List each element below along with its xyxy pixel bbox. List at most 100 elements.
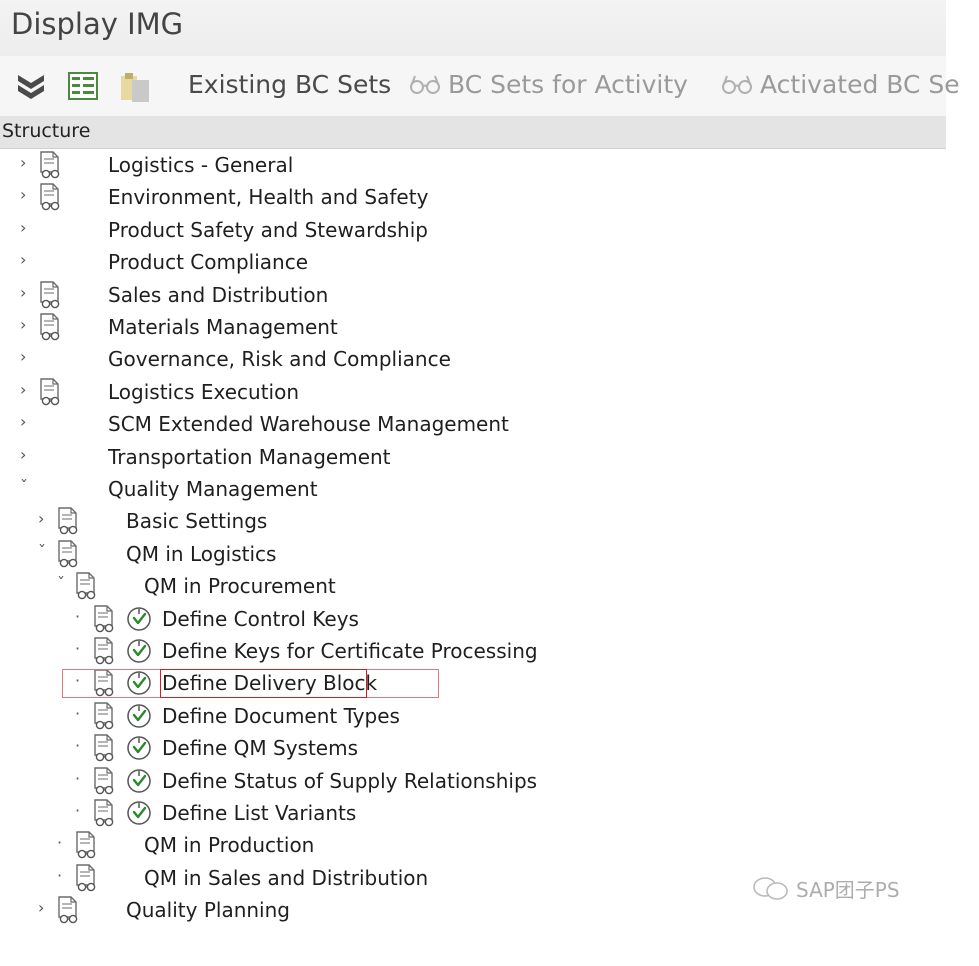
doc-icon-wrapper [92,604,118,637]
execute-activity-button[interactable] [126,735,152,765]
doc-icon-wrapper [92,702,118,734]
expand-caret-icon[interactable]: › [20,283,26,302]
tree-node-label: Define Status of Supply Relationships [162,768,538,793]
expand-caret-icon[interactable]: › [20,185,26,204]
expand-caret-icon[interactable]: › [20,153,26,172]
expand-caret-icon[interactable]: › [38,509,44,528]
toolbar: Existing BC Sets BC Sets for Activity Ac… [0,56,960,116]
expand-caret-icon[interactable]: › [20,412,26,431]
tree-node[interactable]: › Product Compliance [0,246,946,278]
tree-node[interactable]: › Materials Management [0,311,946,343]
collapse-caret-icon[interactable]: ˇ [20,477,28,496]
execute-clock-icon[interactable] [126,800,152,826]
activated-bc-sets-button[interactable]: Activated BC Se [720,70,960,99]
tree-node[interactable]: · Define Control Keys [0,603,946,635]
tree-node[interactable]: › Governance, Risk and Compliance [0,343,946,375]
doc-icon-wrapper [92,637,118,669]
execute-clock-icon[interactable] [126,606,152,632]
watermark: SAP团子PS [752,874,900,903]
tree-node-label: QM in Logistics [126,541,277,566]
tree-node-label: QM in Sales and Distribution [144,865,429,890]
doc-glasses-icon [94,604,114,632]
execute-clock-icon[interactable] [126,703,152,729]
doc-glasses-icon [40,313,60,341]
execute-clock-icon[interactable] [126,768,152,794]
selected-label-focus [160,669,367,698]
tree-node[interactable]: ˇ Quality Management [0,473,946,505]
tree-node[interactable]: · Define Document Types [0,700,946,732]
chat-bubbles-icon [753,876,788,900]
leaf-dot-icon: · [57,833,63,853]
bc-sets-for-activity-button[interactable]: BC Sets for Activity [408,70,688,99]
structure-settings-button[interactable] [66,70,100,102]
bc-sets-for-activity-label: BC Sets for Activity [448,70,688,99]
doc-glasses-icon [94,702,114,730]
tree-node-label: Define Keys for Certificate Processing [162,639,538,663]
tree-node[interactable]: · Define Status of Supply Relationships [0,765,946,797]
tree-node[interactable]: · Define List Variants [0,797,946,829]
expand-caret-icon[interactable]: › [20,445,26,464]
doc-glasses-icon [76,831,96,859]
tree-node[interactable]: › Transportation Management [0,441,946,473]
doc-glasses-icon [58,896,78,924]
clipboard-icon [121,73,149,102]
structure-column-header: Structure [0,116,946,149]
doc-glasses-icon [40,280,60,308]
tree-node[interactable]: › Logistics - General [0,149,946,181]
window-title: Display IMG [11,7,184,41]
expand-caret-icon[interactable]: › [38,898,44,917]
tree-node-label: Transportation Management [108,444,391,469]
doc-glasses-icon [76,864,96,892]
tree-node[interactable]: › SCM Extended Warehouse Management [0,408,946,440]
existing-bc-sets-button[interactable]: Existing BC Sets [188,70,391,99]
doc-icon-wrapper [38,183,64,215]
tree-node[interactable]: · Define Keys for Certificate Processing [0,635,946,667]
tree-node[interactable]: › Basic Settings [0,505,946,537]
tree-node[interactable]: · QM in Production [0,829,946,861]
leaf-dot-icon: · [75,703,81,723]
execute-clock-icon[interactable] [126,638,152,664]
tree-node[interactable]: ˇ QM in Logistics [0,538,946,570]
expand-caret-icon[interactable]: › [20,218,26,237]
tree-node-label: Materials Management [108,315,338,339]
tree-node-label: Define List Variants [162,801,357,825]
expand-all-button[interactable] [14,70,48,102]
leaf-dot-icon: · [75,801,81,820]
paste-button[interactable] [118,70,152,104]
collapse-caret-icon[interactable]: ˇ [57,574,65,593]
doc-glasses-icon [94,799,114,827]
tree-node[interactable]: › Environment, Health and Safety [0,181,946,213]
doc-icon-wrapper [56,507,82,539]
tree-node-label: SCM Extended Warehouse Management [108,412,509,437]
tree-node[interactable]: › Sales and Distribution [0,279,946,311]
collapse-caret-icon[interactable]: ˇ [38,542,46,561]
double-chevron-down-icon [18,75,44,99]
tree-node-label: Logistics Execution [108,379,300,404]
tree-node[interactable]: › Logistics Execution [0,376,946,408]
expand-caret-icon[interactable]: › [20,250,26,269]
tree-node[interactable]: ˇ QM in Procurement [0,570,946,602]
execute-activity-button[interactable] [126,800,152,830]
doc-glasses-icon [94,637,114,665]
doc-icon-wrapper [56,896,82,928]
doc-glasses-icon [40,183,60,211]
execute-activity-button[interactable] [126,638,152,668]
tree-node-label: Environment, Health and Safety [108,185,429,210]
expand-caret-icon[interactable]: › [20,380,26,399]
execute-activity-button[interactable] [126,606,152,636]
tree-node-label: Quality Management [108,477,318,501]
leaf-dot-icon: · [75,736,81,756]
leaf-dot-icon: · [75,606,81,626]
expand-caret-icon[interactable]: › [20,347,26,366]
glasses-icon [410,75,440,94]
doc-glasses-icon [94,734,114,762]
expand-caret-icon[interactable]: › [20,315,26,334]
doc-icon-wrapper [92,766,118,799]
tree-node[interactable]: › Product Safety and Stewardship [0,214,946,246]
existing-bc-sets-label: Existing BC Sets [188,70,392,99]
execute-activity-button[interactable] [126,768,152,798]
execute-clock-icon[interactable] [126,735,152,761]
execute-activity-button[interactable] [126,703,152,733]
doc-icon-wrapper [74,831,100,863]
tree-node[interactable]: · Define QM Systems [0,732,946,764]
